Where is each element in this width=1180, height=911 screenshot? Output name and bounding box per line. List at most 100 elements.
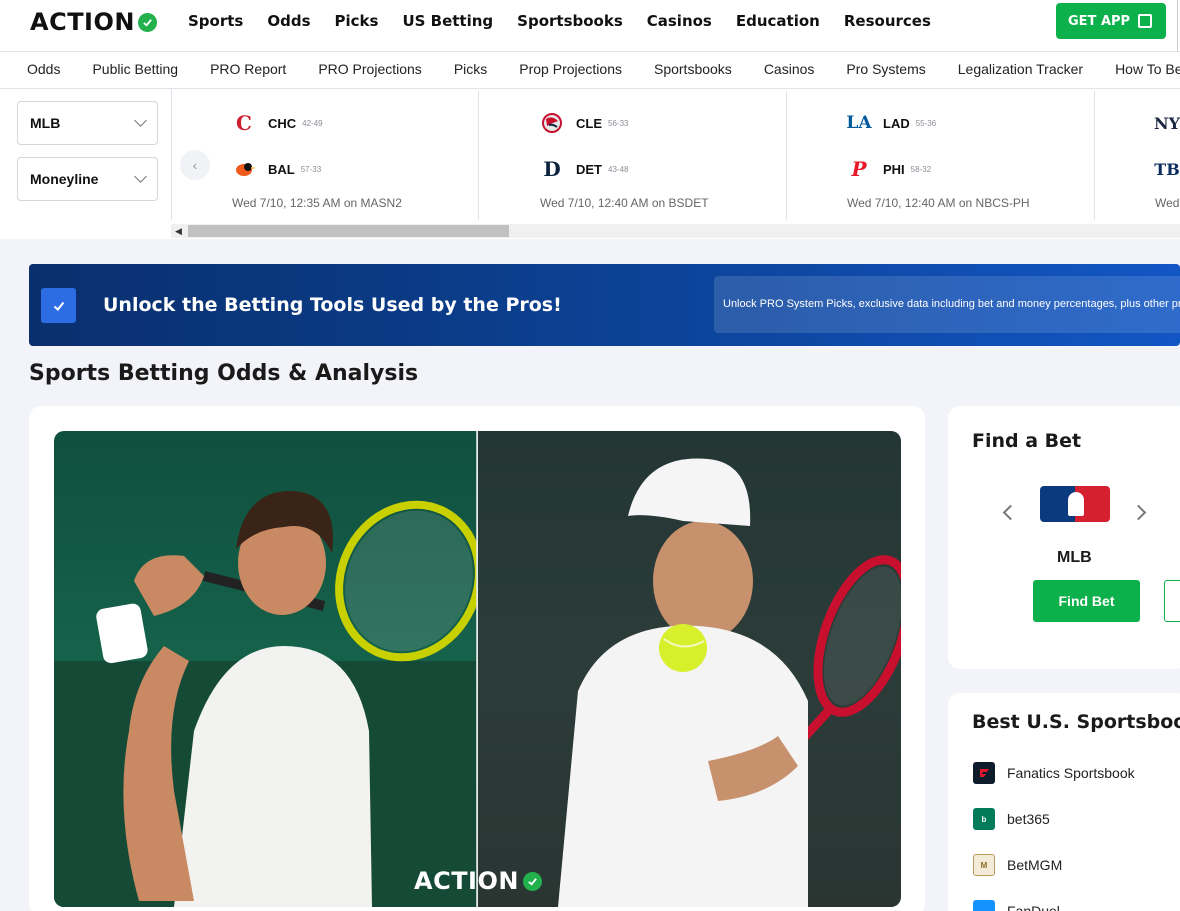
- pro-promo-banner[interactable]: Unlock the Betting Tools Used by the Pro…: [29, 264, 1180, 346]
- guardians-logo-icon: [540, 111, 564, 135]
- team-record: 55-36: [915, 118, 937, 128]
- qr-code-icon: [1138, 14, 1153, 28]
- away-team: NY: [1153, 111, 1180, 135]
- team-abbr: LAD: [883, 115, 910, 131]
- nav-us-betting[interactable]: US Betting: [402, 12, 493, 30]
- league-select-value: MLB: [30, 115, 61, 131]
- team-abbr: DET: [576, 161, 602, 177]
- team-abbr: CLE: [576, 115, 602, 131]
- home-team: D DET 43-48: [540, 157, 628, 181]
- market-select[interactable]: Moneyline: [17, 157, 158, 201]
- subnav-pro-systems[interactable]: Pro Systems: [846, 61, 925, 77]
- scrollbar-thumb[interactable]: [188, 225, 509, 237]
- rays-logo-icon: TB: [1154, 159, 1180, 179]
- scoreboard: MLB Moneyline ‹ C CHC 42-49 BAL 57-33 We…: [0, 89, 1180, 239]
- game-time: Wed 7/10, 12:40 AM on BSDET: [540, 196, 709, 210]
- chevron-left-icon[interactable]: [1002, 504, 1019, 521]
- secondary-button[interactable]: [1164, 580, 1180, 622]
- game-card[interactable]: LA LAD 55-36 P PHI 58-32 Wed 7/10, 12:40…: [787, 89, 1094, 220]
- nav-sports[interactable]: Sports: [188, 12, 243, 30]
- subnav-legalization-tracker[interactable]: Legalization Tracker: [958, 61, 1083, 77]
- sportsbook-item[interactable]: b bet365: [973, 808, 1050, 830]
- subnav-odds[interactable]: Odds: [27, 61, 60, 77]
- sportsbook-name: FanDuel: [1007, 903, 1060, 911]
- main-nav: Sports Odds Picks US Betting Sportsbooks…: [188, 12, 931, 30]
- chevron-right-icon[interactable]: [1130, 504, 1147, 521]
- subnav-pro-report[interactable]: PRO Report: [210, 61, 286, 77]
- find-a-bet-title: Find a Bet: [972, 430, 1082, 452]
- team-record: 58-32: [910, 164, 932, 174]
- top-navigation: ACTION Sports Odds Picks US Betting Spor…: [0, 0, 1180, 52]
- left-player-photo: [54, 431, 483, 907]
- game-card[interactable]: CLE 56-33 D DET 43-48 Wed 7/10, 12:40 AM…: [479, 89, 786, 220]
- nav-picks[interactable]: Picks: [335, 12, 379, 30]
- subnav-public-betting[interactable]: Public Betting: [92, 61, 178, 77]
- subnav-pro-projections[interactable]: PRO Projections: [318, 61, 421, 77]
- game-time: Wed 7/10, 12:40 AM on NBCS-PH: [847, 196, 1030, 210]
- image-divider: [476, 431, 478, 907]
- fanduel-logo-icon: [973, 900, 995, 911]
- nav-sportsbooks[interactable]: Sportsbooks: [517, 12, 623, 30]
- chevron-down-icon: [134, 170, 147, 183]
- get-app-button[interactable]: GET APP: [1056, 3, 1166, 39]
- yankees-logo-icon: NY: [1153, 113, 1180, 133]
- subnav-how-to-bet[interactable]: How To Bet: [1115, 61, 1180, 77]
- action-watermark: ACTION: [414, 867, 542, 895]
- away-team: C CHC 42-49: [232, 111, 323, 135]
- subnav-picks[interactable]: Picks: [454, 61, 487, 77]
- banner-description: Unlock PRO System Picks, exclusive data …: [723, 298, 1180, 310]
- subnav-prop-projections[interactable]: Prop Projections: [519, 61, 622, 77]
- checkmark-icon: [137, 12, 157, 32]
- scroll-left-icon[interactable]: ◀: [175, 226, 182, 237]
- market-select-value: Moneyline: [30, 171, 99, 187]
- phillies-logo-icon: P: [851, 157, 867, 181]
- subnav-sportsbooks[interactable]: Sportsbooks: [654, 61, 732, 77]
- horizontal-scrollbar[interactable]: ◀: [171, 224, 1180, 238]
- chevron-down-icon: [134, 114, 147, 127]
- banner-description-box: Unlock PRO System Picks, exclusive data …: [714, 276, 1180, 333]
- sportsbook-item[interactable]: M BetMGM: [973, 854, 1062, 876]
- betmgm-logo-icon: M: [973, 854, 995, 876]
- action-logo[interactable]: ACTION: [30, 8, 157, 36]
- nav-resources[interactable]: Resources: [844, 12, 931, 30]
- team-abbr: CHC: [268, 115, 297, 131]
- sportsbook-name: bet365: [1007, 811, 1050, 827]
- logo-text: ACTION: [30, 8, 135, 36]
- sportsbook-item[interactable]: FanDuel: [973, 900, 1060, 911]
- dodgers-logo-icon: LA: [846, 113, 872, 133]
- secondary-navigation: Odds Public Betting PRO Report PRO Proje…: [0, 52, 1180, 89]
- featured-article-card[interactable]: ACTION: [29, 406, 925, 911]
- home-team: P PHI 58-32: [847, 157, 931, 181]
- team-record: 56-33: [608, 118, 629, 128]
- team-record: 42-49: [302, 118, 323, 128]
- sportsbook-name: Fanatics Sportsbook: [1007, 765, 1135, 781]
- league-select[interactable]: MLB: [17, 101, 158, 145]
- best-sportsbooks-title: Best U.S. Sportsbooks: [972, 711, 1180, 733]
- featured-image[interactable]: ACTION: [54, 431, 901, 907]
- sportsbook-item[interactable]: Fanatics Sportsbook: [973, 762, 1135, 784]
- watermark-text: ACTION: [414, 867, 519, 895]
- nav-odds[interactable]: Odds: [267, 12, 310, 30]
- nav-education[interactable]: Education: [736, 12, 820, 30]
- tigers-logo-icon: D: [543, 157, 561, 181]
- team-record: 57-33: [300, 164, 322, 174]
- checkmark-icon: [522, 871, 542, 891]
- best-sportsbooks-widget: Best U.S. Sportsbooks Fanatics Sportsboo…: [948, 693, 1180, 911]
- subnav-casinos[interactable]: Casinos: [764, 61, 815, 77]
- mlb-logo-icon: [1040, 486, 1110, 522]
- orioles-logo-icon: [232, 157, 256, 181]
- game-card[interactable]: NY TB Wed: [1095, 89, 1180, 220]
- team-abbr: BAL: [268, 161, 295, 177]
- find-bet-button[interactable]: Find Bet: [1033, 580, 1140, 622]
- game-time: Wed: [1155, 196, 1180, 210]
- sportsbook-name: BetMGM: [1007, 857, 1063, 873]
- checkbox-icon: [41, 288, 76, 323]
- right-player-photo: [478, 431, 901, 907]
- bet365-logo-icon: b: [973, 808, 995, 830]
- page-title: Sports Betting Odds & Analysis: [29, 361, 419, 386]
- away-team: LA LAD 55-36: [846, 111, 937, 135]
- game-card[interactable]: C CHC 42-49 BAL 57-33 Wed 7/10, 12:35 AM…: [172, 89, 478, 220]
- game-time: Wed 7/10, 12:35 AM on MASN2: [232, 196, 402, 210]
- team-abbr: PHI: [883, 161, 905, 177]
- nav-casinos[interactable]: Casinos: [647, 12, 712, 30]
